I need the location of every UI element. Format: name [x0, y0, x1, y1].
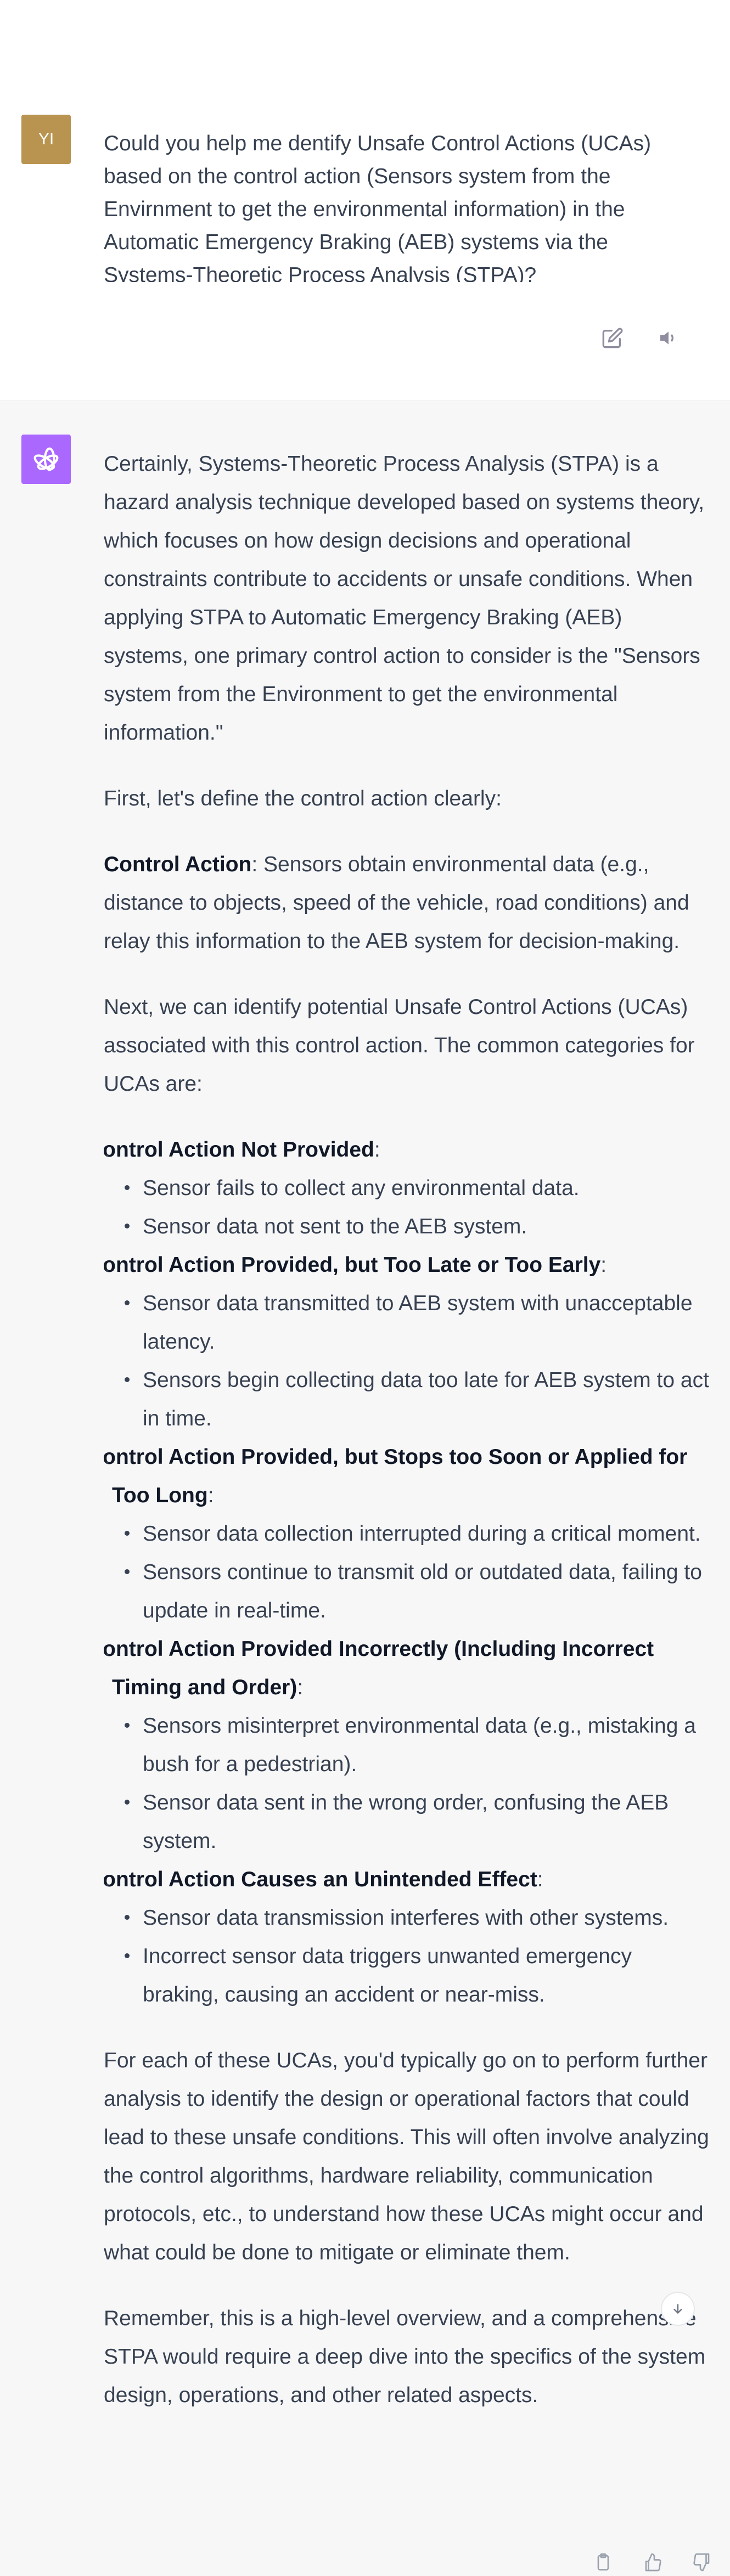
answer-intro: Certainly, Systems-Theoretic Process Ana…	[104, 452, 705, 745]
category-title: Control Action Provided Incorrectly (Inc…	[104, 1637, 654, 1699]
uca-category: 2.Control Action Provided, but Too Late …	[104, 1246, 710, 1438]
copy-icon	[597, 2553, 609, 2571]
uca-item: Sensors begin collecting data too late f…	[125, 1361, 710, 1438]
uca-category: 1.Control Action Not Provided: Sensor fa…	[104, 1131, 710, 1246]
uca-items: Sensor fails to collect any environmenta…	[112, 1169, 710, 1246]
thumbs-down-button[interactable]	[690, 2550, 714, 2574]
uca-category: 4.Control Action Provided Incorrectly (I…	[104, 1630, 710, 1861]
category-number: 4.	[104, 1637, 110, 1661]
colon: :	[537, 1868, 543, 1891]
answer-next: Next, we can identify potential Unsafe C…	[104, 995, 695, 1096]
colon: :	[600, 1253, 607, 1277]
uca-item: Sensors continue to transmit old or outd…	[125, 1553, 710, 1630]
uca-item: Sensor data not sent to the AEB system.	[125, 1208, 710, 1246]
category-number: 1.	[104, 1138, 110, 1162]
uca-item: Sensor data transmission interferes with…	[125, 1899, 710, 1937]
uca-category: 5.Control Action Causes an Unintended Ef…	[104, 1861, 710, 2014]
control-action-definition: Control Action: Sensors obtain environme…	[104, 845, 710, 961]
uca-items: Sensor data collection interrupted durin…	[112, 1515, 710, 1630]
assistant-message-block: Certainly, Systems-Theoretic Process Ana…	[0, 401, 730, 2576]
category-number: 3.	[104, 1445, 110, 1469]
assistant-answer: Certainly, Systems-Theoretic Process Ana…	[104, 445, 710, 2442]
category-number: 2.	[104, 1253, 110, 1277]
thumbs-down-icon	[693, 2553, 710, 2572]
colon: :	[207, 1484, 214, 1507]
arrow-down-icon	[673, 2304, 682, 2314]
speaker-icon[interactable]	[654, 324, 683, 352]
answer-remember: Remember, this is a high-level overview,…	[104, 2307, 706, 2407]
uca-category: 3.Control Action Provided, but Stops too…	[104, 1438, 710, 1630]
colon: :	[374, 1138, 380, 1162]
scroll-down-button[interactable]	[661, 2292, 695, 2326]
thumbs-up-button[interactable]	[641, 2550, 665, 2574]
uca-items: Sensors misinterpret environmental data …	[112, 1707, 710, 1861]
feedback-actions	[591, 2550, 714, 2574]
user-message-actions	[598, 324, 683, 352]
answer-further: For each of these UCAs, you'd typically …	[104, 2049, 709, 2264]
uca-item: Incorrect sensor data triggers unwanted …	[125, 1937, 710, 2014]
category-title: Control Action Provided, but Stops too S…	[104, 1445, 688, 1507]
uca-item: Sensor data sent in the wrong order, con…	[125, 1784, 710, 1861]
uca-item: Sensor fails to collect any environmenta…	[125, 1169, 710, 1208]
user-message-block: YI Could you help me dentify Unsafe Cont…	[0, 0, 730, 401]
uca-item: Sensors misinterpret environmental data …	[125, 1707, 710, 1784]
thumbs-up-icon	[645, 2553, 661, 2572]
user-message-text: Could you help me dentify Unsafe Control…	[104, 132, 652, 282]
copy-button[interactable]	[591, 2550, 615, 2574]
assistant-avatar	[21, 435, 71, 484]
uca-items: Sensor data transmission interferes with…	[112, 1899, 710, 2014]
uca-item: Sensor data transmitted to AEB system wi…	[125, 1284, 710, 1361]
edit-icon[interactable]	[598, 324, 627, 352]
uca-item: Sensor data collection interrupted durin…	[125, 1515, 710, 1553]
control-action-label: Control Action	[104, 853, 252, 876]
uca-category-list: 1.Control Action Not Provided: Sensor fa…	[104, 1131, 710, 2014]
category-title: Control Action Not Provided	[104, 1138, 374, 1162]
openai-logo-icon	[33, 447, 59, 471]
colon: :	[297, 1676, 304, 1699]
category-title: Control Action Provided, but Too Late or…	[104, 1253, 601, 1277]
uca-items: Sensor data transmitted to AEB system wi…	[112, 1284, 710, 1438]
category-title: Control Action Causes an Unintended Effe…	[104, 1868, 537, 1891]
answer-define: First, let's define the control action c…	[104, 787, 502, 810]
user-avatar: YI	[21, 115, 71, 164]
category-number: 5.	[104, 1868, 110, 1891]
